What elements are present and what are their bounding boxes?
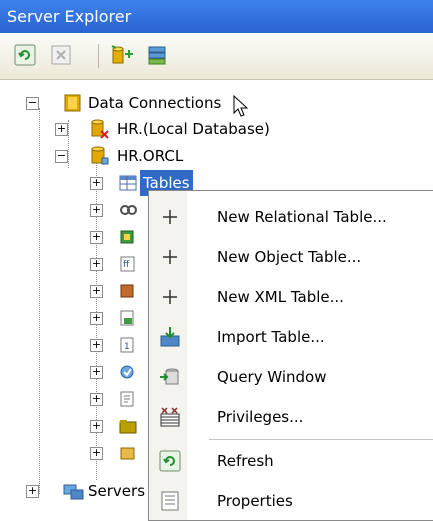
expand-toggle[interactable]: + <box>90 258 103 271</box>
menu-item-privileges[interactable]: Privileges... <box>149 397 433 437</box>
tree-label-hr-local: HR.(Local Database) <box>117 120 270 138</box>
database-disconnected-icon <box>91 119 109 139</box>
svg-text:ff: ff <box>123 260 130 270</box>
procedure-icon <box>120 284 134 298</box>
tree-node-child[interactable]: + <box>90 305 150 331</box>
tree-node-child[interactable]: + ff <box>90 251 150 277</box>
privileges-icon <box>159 406 181 428</box>
expand-toggle[interactable]: + <box>90 393 103 406</box>
plus-icon <box>159 286 181 308</box>
folder-icon <box>119 420 137 434</box>
plus-icon <box>159 246 181 268</box>
refresh-button[interactable] <box>14 44 36 66</box>
sequence-icon <box>120 310 134 326</box>
svg-text:1: 1 <box>124 342 130 352</box>
plus-icon <box>159 206 181 228</box>
menu-item-label: Query Window <box>217 368 327 386</box>
servers-icon <box>63 484 84 500</box>
menu-separator <box>209 439 433 440</box>
expand-toggle[interactable]: + <box>90 447 103 460</box>
expand-toggle[interactable]: + <box>90 204 103 217</box>
expand-toggle[interactable]: + <box>55 123 68 136</box>
menu-item-new-xml-table[interactable]: New XML Table... <box>149 277 433 317</box>
tree-label-data-connections: Data Connections <box>88 94 222 112</box>
tree-node-hr-orcl[interactable]: − HR.ORCL <box>55 143 355 169</box>
trigger-icon <box>120 365 134 379</box>
menu-item-label: Properties <box>217 492 293 510</box>
views-icon <box>120 205 137 215</box>
expand-toggle[interactable]: + <box>90 366 103 379</box>
menu-item-label: Import Table... <box>217 328 325 346</box>
refresh-icon <box>159 450 181 472</box>
expand-toggle[interactable]: + <box>90 285 103 298</box>
menu-item-label: New XML Table... <box>217 288 344 306</box>
data-connections-icon <box>64 94 81 112</box>
refresh-icon <box>14 44 36 66</box>
mouse-cursor-icon <box>233 95 249 117</box>
connect-server-button[interactable] <box>146 44 168 66</box>
tree-node-data-connections[interactable]: − Data Connections <box>26 90 326 116</box>
menu-item-import-table[interactable]: Import Table... <box>149 317 433 357</box>
expand-toggle[interactable]: + <box>90 177 103 190</box>
tree-connector <box>39 108 40 494</box>
menu-item-properties[interactable]: Properties <box>149 481 433 521</box>
import-icon <box>159 326 181 348</box>
menu-item-refresh[interactable]: Refresh <box>149 441 433 481</box>
explorer-toolbar <box>0 33 433 80</box>
tree-node-child[interactable]: + 1 <box>90 332 150 358</box>
toolbar-separator <box>98 44 99 68</box>
connect-server-icon <box>148 46 166 65</box>
tree-node-hr-local[interactable]: + HR.(Local Database) <box>55 116 355 142</box>
stop-button[interactable] <box>50 44 72 66</box>
tree-node-child[interactable]: + <box>90 359 150 385</box>
expand-toggle[interactable]: + <box>90 339 103 352</box>
type-icon <box>120 391 134 407</box>
menu-item-label: New Object Table... <box>217 248 362 266</box>
stop-icon <box>51 45 71 65</box>
tree-label-servers: Servers <box>88 482 146 500</box>
menu-item-label: Privileges... <box>217 408 304 426</box>
tree-label-hr-orcl: HR.ORCL <box>117 147 184 165</box>
tree-node-child[interactable]: + <box>90 197 150 223</box>
query-window-icon <box>159 366 181 388</box>
expand-toggle[interactable]: + <box>90 312 103 325</box>
server-explorer-title: Server Explorer <box>0 0 433 33</box>
menu-item-new-object-table[interactable]: New Object Table... <box>149 237 433 277</box>
add-connection-button[interactable] <box>110 44 133 66</box>
menu-item-label: Refresh <box>217 452 274 470</box>
package-icon <box>120 230 134 244</box>
tables-context-menu: New Relational Table... New Object Table… <box>148 190 433 521</box>
properties-icon <box>159 490 181 512</box>
tree-node-child[interactable]: + <box>90 278 150 304</box>
menu-item-query-window[interactable]: Query Window <box>149 357 433 397</box>
add-connection-icon <box>111 45 133 64</box>
tree-node-child[interactable]: + <box>90 413 150 439</box>
function-icon: ff <box>120 256 135 272</box>
expand-toggle[interactable]: + <box>26 485 39 498</box>
expand-toggle[interactable]: + <box>90 420 103 433</box>
table-icon <box>119 175 137 191</box>
synonym-icon: 1 <box>120 337 134 353</box>
database-icon <box>91 146 109 165</box>
tree-node-child[interactable]: + <box>90 386 150 412</box>
tree-node-child[interactable]: + <box>90 224 150 250</box>
collapse-toggle[interactable]: − <box>55 150 68 163</box>
menu-item-label: New Relational Table... <box>217 208 387 226</box>
tree-node-child[interactable]: + <box>90 440 150 466</box>
menu-item-new-relational-table[interactable]: New Relational Table... <box>149 197 433 237</box>
java-icon <box>120 447 135 460</box>
collapse-toggle[interactable]: − <box>26 97 39 110</box>
expand-toggle[interactable]: + <box>90 231 103 244</box>
